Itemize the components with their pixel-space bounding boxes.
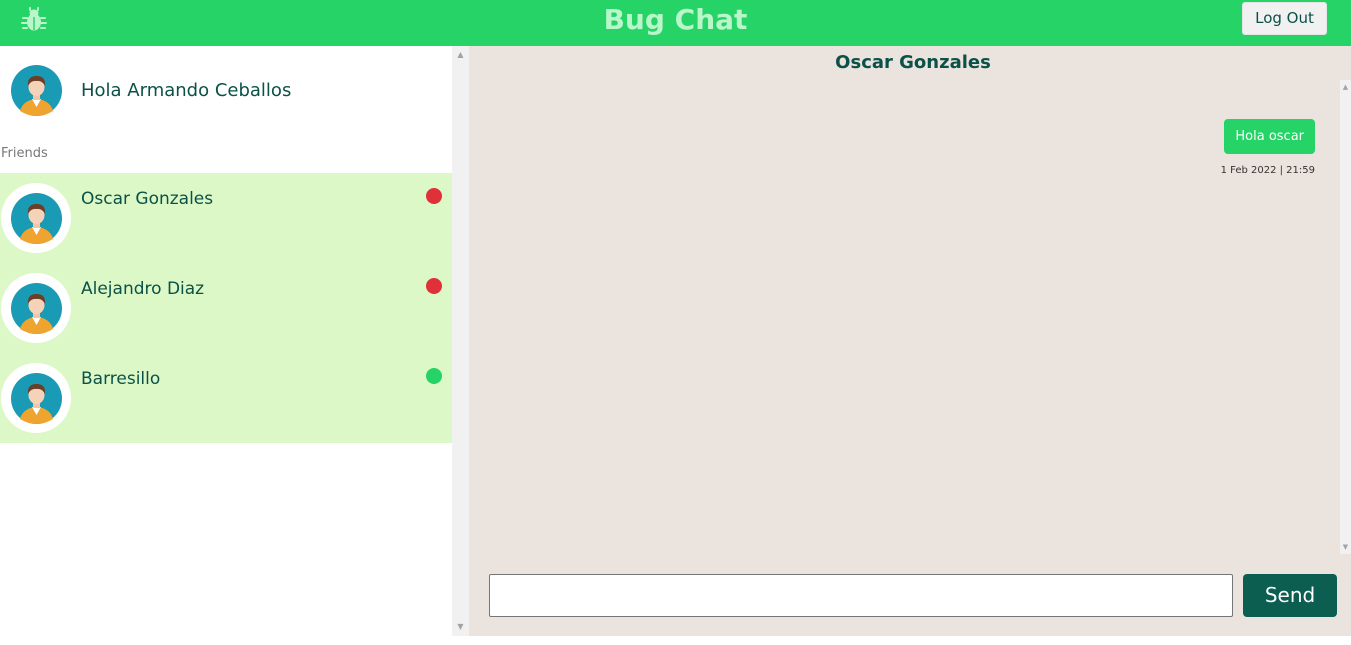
sent-message: Hola oscar [1224, 119, 1315, 154]
scroll-down-icon[interactable]: ▼ [452, 620, 469, 634]
sidebar-scrollbar[interactable]: ▲ ▼ [452, 46, 469, 636]
scroll-up-icon[interactable]: ▲ [1340, 80, 1351, 94]
friend-item-oscar-gonzales[interactable]: Oscar Gonzales [0, 173, 452, 263]
sidebar: Hola Armando Ceballos Friends Oscar Gonz… [0, 46, 452, 645]
user-avatar-icon [11, 373, 62, 424]
status-offline-icon [426, 278, 442, 294]
app-title: Bug Chat [603, 3, 748, 36]
scroll-down-icon[interactable]: ▼ [1340, 540, 1351, 554]
scroll-up-icon[interactable]: ▲ [452, 48, 469, 62]
logout-button[interactable]: Log Out [1242, 2, 1327, 35]
friends-label: Friends [1, 146, 48, 161]
user-avatar-icon [11, 283, 62, 334]
friend-name: Oscar Gonzales [81, 189, 214, 209]
chat-title: Oscar Gonzales [835, 52, 991, 73]
message-list: Hola oscar 1 Feb 2022 | 21:59 [469, 80, 1340, 552]
avatar [1, 363, 71, 433]
app-header: Bug Chat Log Out [0, 0, 1351, 46]
chat-scrollbar[interactable]: ▲ ▼ [1340, 80, 1351, 554]
send-button[interactable]: Send [1243, 574, 1337, 617]
status-offline-icon [426, 188, 442, 204]
greeting: Hola Armando Ceballos [81, 80, 292, 101]
friends-list: Oscar Gonzales Alejandro Diaz Barresillo [0, 173, 452, 443]
avatar [1, 273, 71, 343]
friend-item-barresillo[interactable]: Barresillo [0, 353, 452, 443]
message-timestamp: 1 Feb 2022 | 21:59 [1220, 165, 1315, 176]
friend-name: Barresillo [81, 369, 161, 389]
chat-panel: Oscar Gonzales Hola oscar 1 Feb 2022 | 2… [469, 46, 1351, 636]
friend-item-alejandro-diaz[interactable]: Alejandro Diaz [0, 263, 452, 353]
current-user: Hola Armando Ceballos [0, 46, 452, 138]
message-input[interactable] [489, 574, 1233, 617]
avatar [11, 65, 62, 116]
friend-name: Alejandro Diaz [81, 279, 205, 299]
user-avatar-icon [11, 193, 62, 244]
status-online-icon [426, 368, 442, 384]
avatar [1, 183, 71, 253]
